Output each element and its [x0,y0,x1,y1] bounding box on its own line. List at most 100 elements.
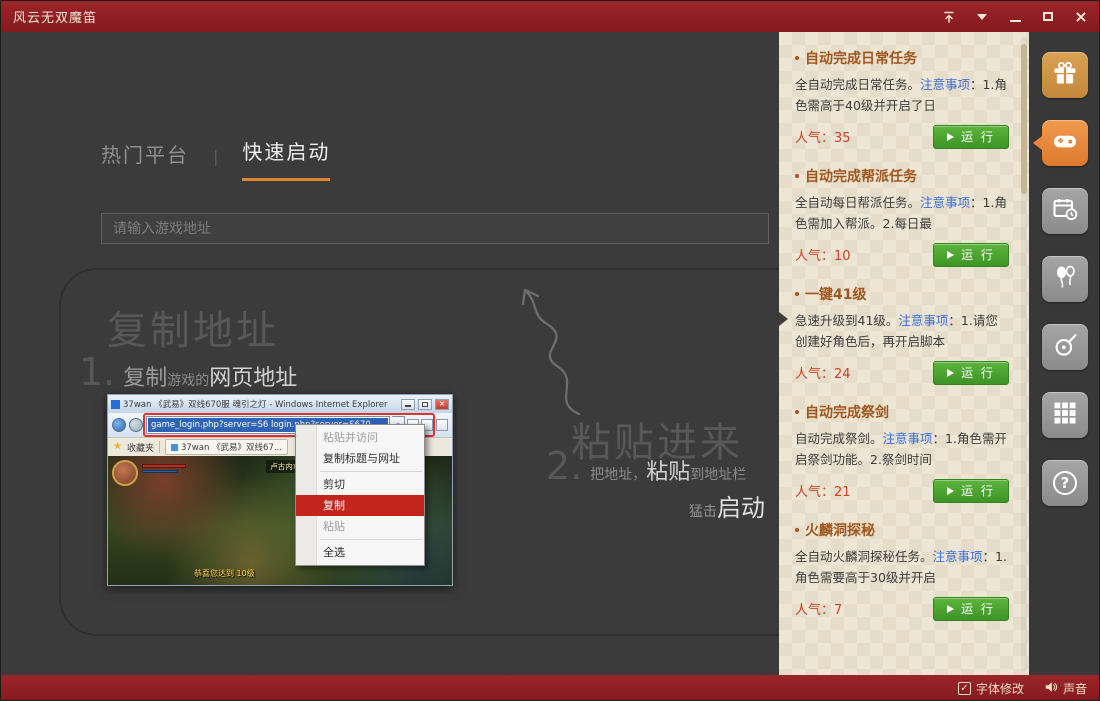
task-description: 急速升级到41级。注意事项：1.请您创建好角色后，再开启脚本 [795,310,1009,352]
activity-icon [1051,331,1079,363]
menu-separator [320,539,422,540]
active-notch [1033,136,1042,150]
step1-description: 1. 复制 游戏的 网页地址 [79,350,297,394]
schedule-button[interactable] [1042,188,1088,234]
apps-button[interactable] [1042,392,1088,438]
step2-action: 猛击 启动 [689,488,765,523]
quick-launch-panel: 热门平台 | 快速启动 复制地址 1. 复制 游戏的 网页地址 [1,32,779,675]
balloon-icon [1051,263,1079,295]
platform-tabs: 热门平台 | 快速启动 [101,136,330,181]
favorites-label: 收藏夹 [127,441,154,454]
notice-link[interactable]: 注意事项 [920,195,970,210]
task-title: 自动完成祭剑 [805,402,889,422]
bullet-icon [795,528,799,532]
scrollbar-thumb[interactable] [1021,44,1027,194]
task-item: 自动完成祭剑 自动完成祭剑。注意事项：1.角色需开启祭剑功能。2.祭剑时间 人气… [795,402,1009,503]
run-button[interactable]: 运 行 [933,479,1009,503]
step2-number: 2. [546,444,582,488]
notice-link[interactable]: 注意事项 [933,549,983,564]
pin-top-icon[interactable] [941,9,957,25]
gift-button[interactable] [1042,52,1088,98]
notice-link[interactable]: 注意事项 [883,431,933,446]
task-description: 全自动火麟洞探秘任务。注意事项：1.角色需要高于30级并开启 [795,546,1009,588]
active-task-marker [779,312,788,326]
statusbar: ✓ 字体修改 声音 [1,675,1100,701]
tab-quick-launch[interactable]: 快速启动 [242,136,330,181]
scripts-panel: 自动完成日常任务 全自动完成日常任务。注意事项：1.角色需高于40级并开启了日 … [779,32,1029,675]
character-portrait [112,460,138,486]
popularity: 人气：7 [795,599,842,618]
task-item: 自动完成帮派任务 全自动每日帮派任务。注意事项：1.角色需加入帮派。2.每日最 … [795,166,1009,267]
run-button[interactable]: 运 行 [933,243,1009,267]
popularity: 人气：21 [795,481,851,500]
task-title: 火麟洞探秘 [805,520,875,540]
game-address-input[interactable] [101,213,769,244]
task-item: 自动完成日常任务 全自动完成日常任务。注意事项：1.角色需高于40级并开启了日 … [795,48,1009,149]
speaker-icon [1044,680,1058,697]
help-button[interactable]: ? [1042,460,1088,506]
task-title: 一键41级 [805,284,866,304]
play-icon [947,605,954,613]
calendar-clock-icon [1051,195,1079,227]
browser-tab: 37wan 《武易》双线67... [165,439,288,455]
run-button[interactable]: 运 行 [933,597,1009,621]
tab-separator: | [213,147,218,166]
browser-minimize-icon [401,399,415,410]
task-description: 全自动完成日常任务。注意事项：1.角色需高于40级并开启了日 [795,74,1009,116]
menu-item-paste-and-go: 粘贴并访问 [296,427,424,448]
app-body: 热门平台 | 快速启动 复制地址 1. 复制 游戏的 网页地址 [1,32,1100,675]
window-controls: × [941,9,1089,25]
search-icon [436,419,448,431]
back-icon [112,418,126,432]
task-description: 自动完成祭剑。注意事项：1.角色需开启祭剑功能。2.祭剑时间 [795,428,1009,470]
context-menu: 粘贴并访问 复制标题与网址 剪切 复制 粘贴 全选 [295,424,425,566]
step1-ghost-title: 复制地址 [107,298,279,356]
favorites-separator [159,441,160,453]
events-button[interactable] [1042,256,1088,302]
font-settings[interactable]: ✓ 字体修改 [958,680,1024,697]
menu-item-cut: 剪切 [296,474,424,495]
forward-icon [129,418,143,432]
notice-link[interactable]: 注意事项 [898,313,948,328]
gift-icon [1051,59,1079,91]
font-check-icon: ✓ [958,682,971,695]
menu-item-copy-title-url: 复制标题与网址 [296,448,424,469]
menu-item-paste: 粘贴 [296,516,424,537]
arrow-doodle [481,278,611,418]
task-title: 自动完成帮派任务 [805,166,917,186]
browser-maximize-icon [418,399,432,410]
run-button[interactable]: 运 行 [933,125,1009,149]
hp-bar [142,464,186,468]
close-button[interactable]: × [1073,9,1089,25]
task-title: 自动完成日常任务 [805,48,917,68]
ie-icon [111,400,120,409]
bullet-icon [795,292,799,296]
scripts-button[interactable] [1042,120,1088,166]
skin-menu-icon[interactable] [974,9,990,25]
maximize-button[interactable] [1040,9,1056,25]
popularity: 人气：24 [795,363,851,382]
grid-icon [1051,399,1079,431]
task-item: 一键41级 急速升级到41级。注意事项：1.请您创建好角色后，再开启脚本 人气：… [795,284,1009,385]
icon-rail: ? [1029,32,1100,675]
gamepad-icon [1051,127,1079,159]
page-favicon [171,444,178,451]
favorites-star-icon: ★ [113,442,122,452]
play-icon [947,369,954,377]
activity-button[interactable] [1042,324,1088,370]
tasks-scrollbar[interactable] [1021,36,1027,671]
minimize-button[interactable] [1007,9,1023,25]
tab-hot-platforms[interactable]: 热门平台 [101,139,189,181]
run-button[interactable]: 运 行 [933,361,1009,385]
browser-titlebar: 37wan 《武易》双线670服 魂引之灯 - Windows Internet… [108,395,452,413]
bullet-icon [795,56,799,60]
menu-separator [320,471,422,472]
titlebar: 风云无双魔笛 × [1,1,1100,32]
app-title: 风云无双魔笛 [13,7,97,26]
sound-toggle[interactable]: 声音 [1044,680,1087,697]
task-item: 火麟洞探秘 全自动火麟洞探秘任务。注意事项：1.角色需要高于30级并开启 人气：… [795,520,1009,621]
menu-item-select-all: 全选 [296,542,424,563]
popularity: 人气：35 [795,127,851,146]
bullet-icon [795,174,799,178]
notice-link[interactable]: 注意事项 [920,77,970,92]
